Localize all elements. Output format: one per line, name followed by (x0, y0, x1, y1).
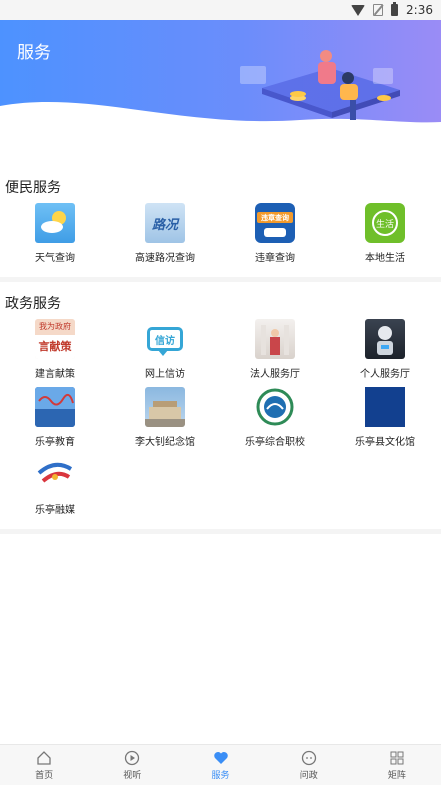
play-icon (124, 750, 140, 766)
service-label: 违章查询 (255, 253, 295, 264)
violation-query-icon: 违章查询 (255, 203, 295, 243)
service-label: 网上信访 (145, 369, 185, 380)
nav-item-service[interactable]: 服务 (176, 745, 264, 785)
page-title: 服务 (17, 43, 51, 63)
service-item-memorial[interactable]: 李大钊纪念馆 (110, 387, 220, 453)
service-label: 个人服务厅 (360, 369, 410, 380)
service-item-education[interactable]: 乐亭教育 (0, 387, 110, 453)
nav-label: 服务 (211, 770, 230, 781)
grid-icon (389, 750, 405, 766)
status-bar: 2:36 (0, 0, 441, 20)
banner-illustration (0, 50, 441, 130)
section-divider (0, 529, 441, 534)
service-label: 李大钊纪念馆 (135, 437, 195, 448)
service-label: 天气查询 (35, 253, 75, 264)
media-center-icon (35, 455, 75, 495)
service-label: 乐亭教育 (35, 437, 75, 448)
service-label: 乐亭融媒 (35, 505, 75, 516)
service-item-local-life[interactable]: 生活 本地生活 (330, 203, 440, 269)
service-label: 乐亭综合职校 (245, 437, 305, 448)
service-item-personal-hall[interactable]: 个人服务厅 (330, 319, 440, 385)
service-item-weather[interactable]: 天气查询 (0, 203, 110, 269)
service-item-suggestion[interactable]: 我为政府 言献策 建言献策 (0, 319, 110, 385)
nav-item-media[interactable]: 视听 (88, 745, 176, 785)
service-item-vocational[interactable]: 乐亭综合职校 (220, 387, 330, 453)
nav-item-home[interactable]: 首页 (0, 745, 88, 785)
service-label: 法人服务厅 (250, 369, 300, 380)
no-sim-icon (373, 4, 384, 16)
section-title-convenience: 便民服务 (5, 180, 61, 196)
service-item-violation[interactable]: 违章查询 违章查询 (220, 203, 330, 269)
vocational-school-icon (255, 387, 295, 427)
nav-label: 首页 (35, 770, 54, 781)
suggestion-icon: 我为政府 言献策 (35, 319, 75, 359)
battery-icon (391, 2, 399, 16)
service-item-road[interactable]: 路况 高速路况查询 (110, 203, 220, 269)
petition-icon: 信访 (145, 319, 185, 359)
home-icon (36, 750, 52, 766)
nav-label: 矩阵 (387, 770, 406, 781)
road-condition-icon: 路况 (145, 203, 185, 243)
service-label: 本地生活 (365, 253, 405, 264)
section-divider (0, 277, 441, 282)
nav-item-matrix[interactable]: 矩阵 (353, 745, 441, 785)
heart-icon (213, 750, 229, 766)
service-label: 乐亭县文化馆 (355, 437, 415, 448)
header-banner: 服务 (0, 20, 441, 130)
nav-label: 问政 (299, 770, 318, 781)
nav-item-inquiry[interactable]: 问政 (265, 745, 353, 785)
service-item-media[interactable]: 乐亭融媒 (0, 455, 110, 521)
bottom-nav: 首页 视听 服务 问政 矩阵 (0, 744, 441, 785)
nav-label: 视听 (123, 770, 142, 781)
wifi-icon (351, 4, 366, 16)
memorial-hall-icon (145, 387, 185, 427)
chat-icon (301, 750, 317, 766)
education-icon (35, 387, 75, 427)
status-time: 2:36 (406, 3, 433, 17)
weather-icon (35, 203, 75, 243)
personal-hall-icon (365, 319, 405, 359)
local-life-icon: 生活 (365, 203, 405, 243)
section-title-government: 政务服务 (5, 296, 61, 312)
service-item-culture[interactable]: 乐亭县文化馆 (330, 387, 440, 453)
service-item-petition[interactable]: 信访 网上信访 (110, 319, 220, 385)
legal-person-hall-icon (255, 319, 295, 359)
service-item-legal-hall[interactable]: 法人服务厅 (220, 319, 330, 385)
culture-center-icon (365, 387, 405, 427)
service-label: 建言献策 (35, 369, 75, 380)
service-label: 高速路况查询 (135, 253, 195, 264)
